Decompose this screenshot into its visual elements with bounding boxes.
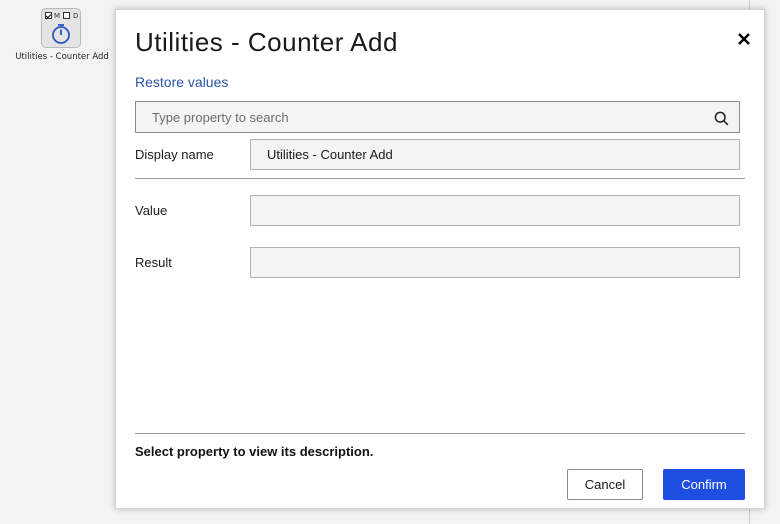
header-divider (135, 178, 745, 179)
result-label: Result (135, 255, 172, 270)
cancel-button[interactable]: Cancel (567, 469, 643, 500)
activity-node-box[interactable]: M D (41, 8, 81, 48)
dialog-title: Utilities - Counter Add (135, 27, 398, 57)
search-input[interactable] (136, 102, 696, 132)
value-field[interactable] (250, 195, 740, 226)
property-search (135, 101, 740, 133)
properties-dialog: Utilities - Counter Add Restore values D… (115, 9, 765, 509)
stopwatch-icon (50, 23, 72, 49)
footer-divider (135, 433, 745, 434)
activity-node-label: Utilities - Counter Add (15, 52, 109, 62)
search-icon[interactable] (714, 111, 729, 130)
value-label: Value (135, 203, 168, 218)
result-field[interactable] (250, 247, 740, 278)
close-icon[interactable] (735, 30, 753, 48)
display-name-field[interactable]: Utilities - Counter Add (250, 139, 740, 170)
checkbox-d[interactable] (63, 12, 70, 19)
confirm-button[interactable]: Confirm (663, 469, 745, 500)
checkbox-m[interactable] (45, 12, 52, 19)
restore-values-link[interactable]: Restore values (135, 74, 228, 90)
display-name-label: Display name (135, 147, 214, 162)
checkbox-d-label: D (73, 12, 79, 20)
checkbox-m-label: M (54, 12, 61, 20)
property-description: Select property to view its description. (135, 444, 374, 459)
